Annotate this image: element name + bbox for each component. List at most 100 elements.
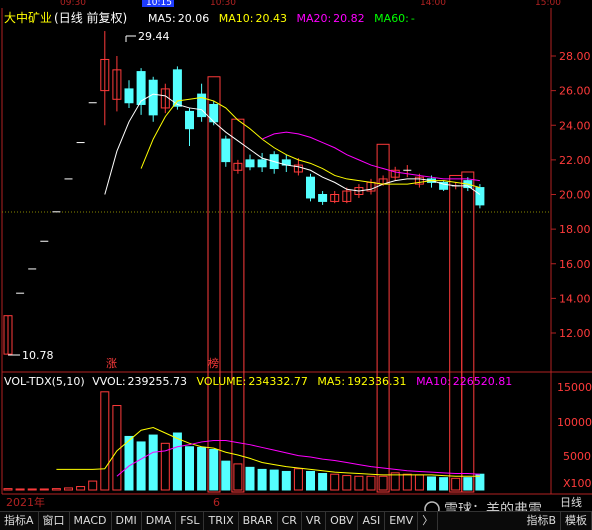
highlight-box — [207, 76, 221, 493]
volume-bar — [451, 477, 461, 491]
volume-bar — [293, 468, 303, 491]
bang-marker: 榜 — [208, 356, 219, 370]
candle-body — [475, 187, 485, 206]
vol-axis-label: 5000 — [563, 450, 591, 463]
tab-dma[interactable]: DMA — [142, 512, 177, 530]
tab-indicator-a[interactable]: 指标A — [0, 512, 39, 530]
annotations: 29.44 10.78 涨 榜 — [8, 30, 219, 370]
price-tick-label: 20.00 — [559, 189, 591, 202]
ma20-line — [261, 131, 480, 182]
ma10-value: 20.43 — [255, 12, 287, 25]
price-tick-label: 22.00 — [559, 154, 591, 167]
vvol-value: 239255.73 — [128, 375, 188, 388]
tab-dmi[interactable]: DMI — [112, 512, 142, 530]
volume-axis: 15000 10000 5000 X100 — [557, 381, 592, 490]
tab-template[interactable]: 模板 — [561, 512, 592, 530]
volume-bar — [209, 448, 219, 491]
volume-bar — [306, 470, 315, 491]
tab-trix[interactable]: TRIX — [204, 512, 239, 530]
svg-text:VOL-TDX(5,10) VVOL:239: VOL-TDX(5,10) VVOL: 239255.73 VOLUME: 2343… — [4, 375, 512, 388]
volume-bar — [390, 472, 400, 491]
volume-bar — [124, 435, 134, 491]
volume-bar — [245, 466, 255, 491]
year-label: 2021年 — [6, 495, 45, 509]
time-label-current: 10:15 — [146, 0, 172, 8]
volume-bar — [439, 477, 449, 491]
vol-ma10-value: 226520.81 — [453, 375, 513, 388]
tab-macd[interactable]: MACD — [70, 512, 112, 530]
corner-label: 日线 — [560, 495, 582, 509]
time-label: 14:00 — [420, 0, 446, 8]
volume-legend: VOL-TDX(5,10) VVOL: 239255.73 VOLUME: 2343… — [4, 375, 512, 388]
tab-emv[interactable]: EMV — [385, 512, 419, 530]
candle-body — [221, 138, 231, 163]
tab-asi[interactable]: ASI — [358, 512, 386, 530]
volume-bar — [27, 488, 37, 491]
tab-spacer — [438, 512, 522, 530]
tab-vr[interactable]: VR — [302, 512, 327, 530]
tab-indicator-b[interactable]: 指标B — [522, 512, 561, 530]
vol-ma10-line — [116, 440, 480, 477]
price-axis: 28.00 26.00 24.00 22.00 20.00 18.00 16.00 14.00… — [551, 50, 591, 340]
svg-text:MA5:20.06 MA10:20.43: MA5: 20.06 MA10: 20.43 MA20: 20.82 MA60: - — [148, 12, 415, 25]
kline-window: 09:30 10:15 10:30 14:00 15:00 大中矿业 (日线 前复… — [0, 0, 592, 530]
tab-window[interactable]: 窗口 — [39, 512, 70, 530]
ma60-label: MA60: — [374, 12, 409, 25]
candle-body — [148, 79, 158, 116]
volume-bar — [112, 405, 122, 491]
volume-bar — [136, 441, 146, 491]
ma5-label: MA5: — [148, 12, 176, 25]
tab-cr[interactable]: CR — [278, 512, 302, 530]
time-label: 09:30 — [60, 0, 86, 8]
volume-label: VOLUME: — [197, 375, 247, 388]
ma-lines — [104, 93, 481, 195]
volume-bar — [172, 432, 182, 491]
tab-brar[interactable]: BRAR — [239, 512, 278, 530]
vol-axis-label: 15000 — [557, 381, 592, 394]
highlight-box — [376, 143, 390, 493]
tab-obv[interactable]: OBV — [326, 512, 359, 530]
price-tick-label: 12.00 — [559, 327, 591, 340]
svg-text:大中矿业(日线 前复权): 大中矿业 (日线 前复权) — [4, 10, 127, 25]
price-tick-label: 26.00 — [559, 85, 591, 98]
candle-body — [306, 176, 315, 199]
watermark-text: 雪球：羔的弗雷 — [444, 502, 542, 511]
vol-ma10-label: MA10: — [416, 375, 451, 388]
volume-bar — [427, 476, 436, 491]
volume-bar — [100, 391, 110, 491]
ma20-value: 20.82 — [333, 12, 365, 25]
volume-bar — [64, 487, 73, 491]
price-legend: 大中矿业 (日线 前复权) MA5: 20.06 MA10: 20.43 MA20: 2… — [4, 10, 415, 25]
time-label: 10:30 — [210, 0, 236, 8]
time-label: 15:00 — [535, 0, 561, 8]
ma10-label: MA10: — [219, 12, 254, 25]
vol-ma5-value: 192336.31 — [347, 375, 407, 388]
price-tick-label: 28.00 — [559, 50, 591, 63]
vol-axis-label: X100 — [563, 477, 592, 490]
high-mark: 29.44 — [138, 30, 170, 43]
volume-value: 234332.77 — [248, 375, 308, 388]
tab-more-chevron[interactable]: 〉 — [418, 512, 439, 530]
kline-chart[interactable]: 09:30 10:15 10:30 14:00 15:00 大中矿业 (日线 前复… — [0, 0, 592, 518]
candle-body — [124, 88, 134, 104]
price-tick-label: 18.00 — [559, 223, 591, 236]
volume-bar — [197, 446, 207, 491]
candle-body — [245, 159, 255, 168]
ma60-value: - — [411, 12, 415, 25]
volume-bar — [3, 488, 13, 491]
highlight-box — [449, 174, 463, 493]
candle-body — [318, 194, 328, 202]
volume-bar — [366, 475, 376, 491]
volume-bar — [402, 473, 412, 491]
volume-bar — [269, 469, 279, 491]
volume-bar — [15, 488, 25, 491]
vol-title: VOL-TDX(5,10) — [4, 375, 85, 388]
stock-name: 大中矿业 — [4, 10, 52, 25]
vvol-label: VVOL: — [92, 375, 125, 388]
low-mark: 10.78 — [22, 349, 54, 362]
tab-fsl[interactable]: FSL — [176, 512, 205, 530]
highlight-box — [461, 171, 475, 493]
chart-mode: (日线 前复权) — [54, 10, 127, 25]
ma5-line — [104, 93, 481, 195]
volume-bar — [414, 474, 424, 491]
